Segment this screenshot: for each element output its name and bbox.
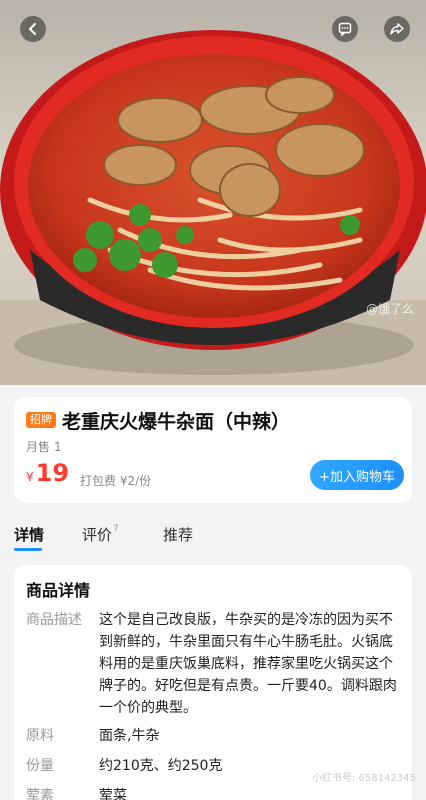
- chevron-left-icon: [29, 23, 36, 35]
- message-button[interactable]: [332, 16, 358, 42]
- detail-tabs: 详情 评价7 推荐: [0, 520, 426, 556]
- product-card: 招牌 老重庆火爆牛杂面（中辣） 月售 1 ¥19 打包费 ¥2/份 +加入购物车: [14, 397, 412, 503]
- tab-recommend[interactable]: 推荐: [163, 524, 193, 545]
- product-image[interactable]: @饿了么: [0, 0, 426, 385]
- tab-reviews[interactable]: 评价7: [82, 524, 119, 545]
- packing-fee: 打包费 ¥2/份: [80, 474, 152, 488]
- product-details-card: 商品详情 商品描述 这个是自己改良版，牛杂买的是冷冻的因为买不到新鲜的，牛杂里面…: [14, 565, 416, 800]
- details-title: 商品详情: [26, 581, 91, 600]
- detail-label: 商品描述: [26, 612, 82, 628]
- review-count: 7: [113, 524, 119, 534]
- product-price: ¥19: [26, 459, 69, 487]
- monthly-sales: 月售 1: [26, 440, 62, 454]
- image-watermark: @饿了么: [365, 302, 414, 316]
- detail-value: 面条,牛杂: [99, 728, 160, 744]
- page-watermark: 小红书号: 658142345: [312, 773, 416, 784]
- detail-value: 荤菜: [99, 788, 127, 800]
- tab-reviews-label: 评价: [82, 526, 113, 544]
- share-button[interactable]: [384, 16, 410, 42]
- signature-badge: 招牌: [26, 412, 56, 428]
- add-to-cart-button[interactable]: +加入购物车: [310, 460, 404, 490]
- product-title: 老重庆火爆牛杂面（中辣）: [62, 411, 291, 433]
- price-currency: ¥: [26, 470, 34, 484]
- share-icon: [390, 23, 404, 35]
- detail-label: 原料: [26, 728, 54, 744]
- price-value: 19: [35, 459, 70, 487]
- tab-details[interactable]: 详情: [14, 524, 44, 545]
- noodle-bowl-illustration: [0, 30, 426, 385]
- detail-label: 荤素: [26, 788, 54, 800]
- back-button[interactable]: [20, 16, 46, 42]
- message-icon: [338, 22, 352, 36]
- active-tab-indicator: [14, 548, 42, 551]
- detail-value: 这个是自己改良版，牛杂买的是冷冻的因为买不到新鲜的，牛杂里面只有牛心牛肠毛肚。火…: [99, 612, 397, 716]
- detail-label: 份量: [26, 758, 54, 774]
